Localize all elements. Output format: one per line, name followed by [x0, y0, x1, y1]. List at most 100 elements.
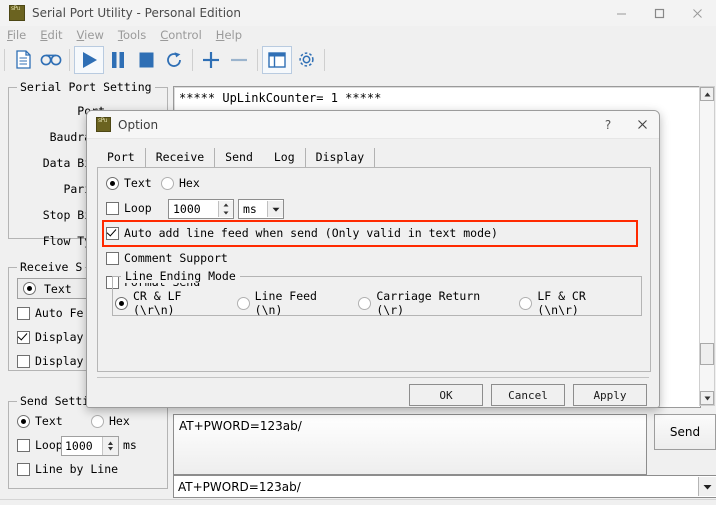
lem-crlf-radio[interactable] — [115, 296, 128, 310]
menu-view[interactable]: View — [70, 28, 111, 42]
remove-icon[interactable] — [225, 47, 253, 73]
receive-display-2-option[interactable]: Display — [17, 354, 83, 368]
lem-cr-radio[interactable] — [358, 296, 372, 310]
dlg-auto-add-line-feed-checkbox[interactable] — [106, 226, 119, 240]
dlg-loop-value: 1000 — [173, 202, 201, 216]
send-mode-text-label: Text — [35, 414, 63, 428]
dlg-mode-text-radio[interactable] — [106, 176, 119, 190]
send-loop-option[interactable]: Loop — [17, 438, 63, 452]
lem-lfcr-label: LF & CR (\n\r) — [537, 289, 586, 317]
layout-icon[interactable] — [262, 45, 292, 74]
app-icon — [9, 5, 25, 21]
new-file-icon[interactable] — [9, 47, 37, 73]
spin-up-icon[interactable] — [219, 201, 233, 209]
receive-auto-feed-option[interactable]: Auto Fe — [17, 306, 83, 320]
send-line-by-line-checkbox[interactable] — [17, 462, 30, 476]
dlg-mode-text-option[interactable]: Text — [106, 176, 152, 190]
chevron-down-icon[interactable] — [698, 477, 716, 496]
dlg-auto-add-line-feed-option[interactable]: Auto add line feed when send (Only valid… — [106, 226, 498, 240]
receive-display-2-checkbox[interactable] — [17, 354, 30, 368]
ok-button[interactable]: OK — [409, 384, 483, 406]
dialog-help-button[interactable]: ? — [591, 111, 625, 138]
menu-tools[interactable]: Tools — [111, 28, 153, 42]
lem-lf-radio[interactable] — [236, 296, 250, 310]
lem-lf-option[interactable]: Line Feed (\n) — [236, 289, 346, 317]
send-mode-text-option[interactable]: Text — [17, 414, 63, 428]
play-icon[interactable] — [74, 45, 104, 74]
minimize-button[interactable] — [602, 0, 640, 26]
tab-send[interactable]: Send — [215, 148, 264, 167]
stop-icon[interactable] — [132, 47, 160, 73]
window-controls — [602, 0, 716, 26]
close-button[interactable] — [678, 0, 716, 26]
dlg-comment-support-checkbox[interactable] — [106, 251, 119, 265]
dlg-mode-text-label: Text — [124, 176, 152, 190]
receive-auto-feed-checkbox[interactable] — [17, 306, 30, 320]
line-ending-mode-options: CR & LF (\r\n) Line Feed (\n) Carriage R… — [115, 289, 641, 317]
dlg-loop-option[interactable]: Loop — [106, 201, 152, 215]
tab-receive[interactable]: Receive — [146, 148, 216, 167]
receive-display-1-checkbox[interactable] — [17, 330, 30, 344]
dlg-loop-unit-chevron-down-icon[interactable] — [267, 201, 283, 217]
lem-lfcr-radio[interactable] — [519, 296, 533, 310]
menu-edit[interactable]: Edit — [33, 28, 69, 42]
settings-gear-icon[interactable] — [292, 47, 320, 73]
scroll-down-icon[interactable] — [700, 391, 714, 405]
send-mode-hex-radio[interactable] — [91, 414, 104, 428]
pause-icon[interactable] — [104, 47, 132, 73]
dlg-mode-hex-label: Hex — [179, 176, 200, 190]
lem-cr-option[interactable]: Carriage Return (\r) — [358, 289, 506, 317]
dlg-comment-support-label: Comment Support — [124, 251, 228, 265]
toolbar-separator — [69, 48, 70, 71]
send-loop-checkbox[interactable] — [17, 438, 30, 452]
send-loop-spinner[interactable]: 1000 — [61, 436, 119, 456]
receive-mode-text-radio[interactable] — [23, 282, 36, 295]
receive-display-1-label: Display — [35, 330, 84, 344]
tab-display[interactable]: Display — [306, 148, 376, 167]
send-line-by-line-option[interactable]: Line by Line — [17, 462, 118, 476]
dlg-loop-unit-combo[interactable]: ms — [238, 199, 284, 219]
send-mode-hex-label: Hex — [109, 414, 130, 428]
dlg-loop-label: Loop — [124, 201, 152, 215]
send-mode-text-radio[interactable] — [17, 414, 30, 428]
tab-port[interactable]: Port — [97, 148, 146, 167]
dlg-comment-support-option[interactable]: Comment Support — [106, 251, 228, 265]
cancel-button[interactable]: Cancel — [491, 384, 565, 406]
receive-display-1-option[interactable]: Display — [17, 330, 83, 344]
spin-down-icon[interactable] — [219, 209, 233, 217]
dialog-close-button[interactable] — [625, 111, 659, 138]
menubar: File Edit View Tools Control Help — [0, 26, 716, 44]
toolbar-separator — [324, 48, 325, 71]
apply-button[interactable]: Apply — [573, 384, 647, 406]
receive-setting-title: Receive S — [17, 260, 86, 274]
dlg-loop-spinner[interactable]: 1000 — [168, 199, 234, 219]
tab-receive-label: Receive — [155, 150, 205, 164]
maximize-button[interactable] — [640, 0, 678, 26]
send-history-combo[interactable]: AT+PWORD=123ab/ — [173, 475, 716, 498]
receive-panel-scrollbar[interactable] — [699, 86, 715, 406]
dlg-loop-checkbox[interactable] — [106, 201, 119, 215]
lem-lf-label: Line Feed (\n) — [254, 289, 317, 317]
menu-help[interactable]: Help — [209, 28, 249, 42]
dlg-mode-hex-option[interactable]: Hex — [161, 176, 200, 190]
dlg-mode-hex-radio[interactable] — [161, 176, 174, 190]
tab-display-label: Display — [315, 150, 365, 164]
lem-crlf-option[interactable]: CR & LF (\r\n) — [115, 289, 224, 317]
scroll-up-icon[interactable] — [700, 87, 714, 101]
lem-lfcr-option[interactable]: LF & CR (\n\r) — [519, 289, 628, 317]
send-loop-spin-buttons[interactable] — [102, 437, 118, 455]
send-mode-hex-option[interactable]: Hex — [91, 414, 130, 428]
dlg-loop-spin-buttons[interactable] — [218, 201, 233, 217]
dlg-auto-add-line-feed-label: Auto add line feed when send (Only valid… — [124, 226, 498, 240]
menu-file[interactable]: File — [0, 28, 33, 42]
send-button[interactable]: Send — [654, 414, 716, 450]
record-icon[interactable] — [37, 47, 65, 73]
send-input-box[interactable]: AT+PWORD=123ab/ — [173, 414, 647, 475]
add-icon[interactable] — [197, 47, 225, 73]
send-input-text: AT+PWORD=123ab/ — [179, 419, 302, 433]
menu-control[interactable]: Control — [153, 28, 209, 42]
refresh-icon[interactable] — [160, 47, 188, 73]
scrollbar-thumb[interactable] — [700, 343, 714, 365]
tab-log[interactable]: Log — [264, 148, 306, 167]
option-dialog: Option ? Port Receive Send Log Display — [86, 110, 660, 408]
